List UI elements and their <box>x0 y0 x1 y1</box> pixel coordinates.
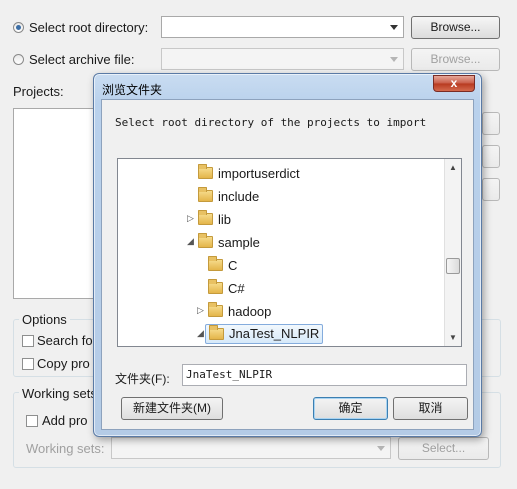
select-all-button-edge[interactable] <box>482 112 500 135</box>
folder-icon <box>208 256 223 271</box>
chevron-down-icon <box>390 25 398 30</box>
close-icon: x <box>450 76 458 90</box>
projects-list[interactable] <box>13 108 98 299</box>
folder-icon <box>198 233 213 248</box>
options-group-label: Options <box>19 312 70 327</box>
ok-button[interactable]: 确定 <box>313 397 388 420</box>
tree-node-sample[interactable]: sample <box>198 232 260 252</box>
add-to-working-set-label: Add pro <box>42 413 88 428</box>
new-folder-button[interactable]: 新建文件夹(M) <box>121 397 223 420</box>
copy-projects-label: Copy pro <box>37 356 90 371</box>
root-directory-combo[interactable] <box>161 16 404 38</box>
folder-input[interactable]: JnaTest_NLPIR <box>182 364 467 386</box>
working-sets-field-label: Working sets: <box>26 441 105 456</box>
tree-node-label: C <box>228 257 238 273</box>
tree-node-label: importuserdict <box>218 165 300 181</box>
search-nested-checkbox[interactable] <box>22 335 34 347</box>
archive-file-radio[interactable] <box>13 54 24 65</box>
expand-arrow-icon[interactable]: ▷ <box>197 305 204 316</box>
archive-file-combo[interactable] <box>161 48 404 70</box>
search-nested-label: Search fo <box>37 333 93 348</box>
tree-node-jnatest-nlpir-selected[interactable]: JnaTest_NLPIR <box>205 324 324 344</box>
collapse-arrow-icon[interactable]: ◢ <box>197 328 204 339</box>
tree-node-c[interactable]: C <box>208 255 237 275</box>
chevron-down-icon <box>390 57 398 62</box>
working-sets-combo[interactable] <box>111 437 391 459</box>
projects-label: Projects: <box>13 84 64 99</box>
tree-node-label: hadoop <box>228 303 272 319</box>
folder-icon <box>198 164 213 179</box>
browse-folder-dialog: 浏览文件夹 x Select root directory of the pro… <box>93 73 482 437</box>
tree-node-lib[interactable]: lib <box>198 209 231 229</box>
browse-button[interactable]: Browse... <box>411 16 500 39</box>
working-sets-group-label: Working sets <box>19 386 100 401</box>
dialog-instruction: Select root directory of the projects to… <box>115 116 427 129</box>
scroll-up-icon[interactable]: ▲ <box>445 159 461 176</box>
root-directory-radio[interactable] <box>13 22 24 33</box>
archive-browse-button[interactable]: Browse... <box>411 48 500 71</box>
scroll-thumb[interactable] <box>446 258 460 274</box>
chevron-down-icon <box>377 446 385 451</box>
tree-node-include[interactable]: include <box>198 186 259 206</box>
refresh-button-edge[interactable] <box>482 178 500 201</box>
collapse-arrow-icon[interactable]: ◢ <box>187 236 194 247</box>
tree-scrollbar[interactable]: ▲ ▼ <box>444 159 461 346</box>
tree-node-label: C# <box>228 280 245 296</box>
tree-node-label: include <box>218 188 260 204</box>
scroll-down-icon[interactable]: ▼ <box>445 329 461 346</box>
folder-icon <box>209 325 224 340</box>
tree-node-label: sample <box>218 234 260 250</box>
add-to-working-set-checkbox[interactable] <box>26 415 38 427</box>
archive-file-label: Select archive file: <box>29 52 135 67</box>
tree-node-hadoop[interactable]: hadoop <box>208 301 271 321</box>
folder-tree[interactable]: importuserdict include ▷ lib ◢ sample C <box>117 158 462 347</box>
dialog-client-area: Select root directory of the projects to… <box>101 99 474 430</box>
deselect-all-button-edge[interactable] <box>482 145 500 168</box>
root-directory-label: Select root directory: <box>29 20 149 35</box>
copy-projects-checkbox[interactable] <box>22 358 34 370</box>
cancel-button[interactable]: 取消 <box>393 397 468 420</box>
dialog-title: 浏览文件夹 <box>102 83 163 97</box>
close-button[interactable]: x <box>433 75 475 92</box>
tree-node-csharp[interactable]: C# <box>208 278 245 298</box>
expand-arrow-icon[interactable]: ▷ <box>187 213 194 224</box>
folder-icon <box>198 210 213 225</box>
tree-node-importuserdict[interactable]: importuserdict <box>198 163 300 183</box>
tree-node-label: lib <box>218 211 232 227</box>
folder-icon <box>208 302 223 317</box>
select-working-sets-button[interactable]: Select... <box>398 437 489 460</box>
folder-icon <box>208 279 223 294</box>
folder-icon <box>198 187 213 202</box>
tree-node-label: JnaTest_NLPIR <box>229 326 320 341</box>
folder-field-label: 文件夹(F): <box>115 372 170 386</box>
